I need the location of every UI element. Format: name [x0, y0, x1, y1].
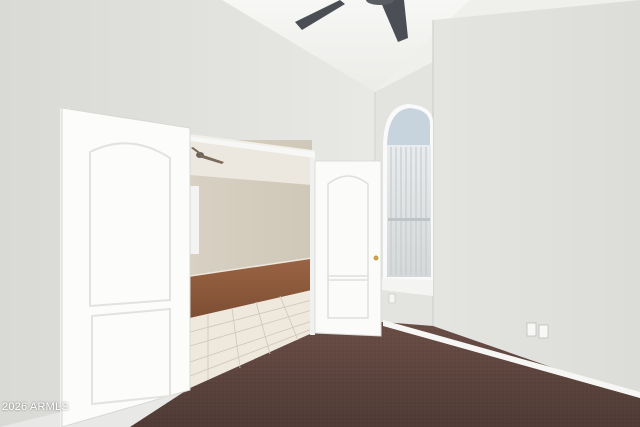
outlet — [526, 322, 537, 337]
arched-window — [382, 104, 433, 296]
wall-plate — [388, 293, 396, 304]
room-illustration — [0, 0, 640, 427]
open-door — [314, 160, 382, 337]
closet-door — [60, 107, 191, 427]
watermark-text: 2026 ARMLS — [2, 401, 69, 413]
room-photo: 2026 ARMLS — [0, 0, 640, 427]
door-knob — [373, 255, 379, 261]
outlet — [538, 324, 549, 339]
